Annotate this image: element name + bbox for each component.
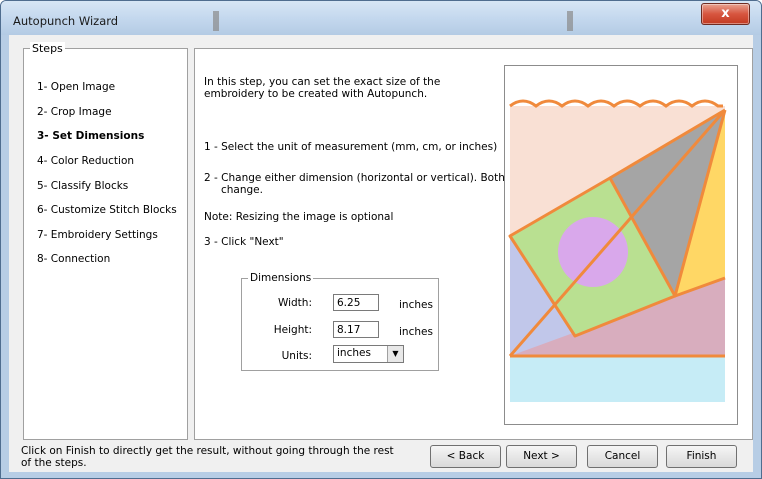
intro-text: In this step, you can set the exact size… [204, 76, 441, 100]
wizard-client-area: Steps 1- Open Image 2- Crop Image 3- Set… [9, 35, 753, 472]
step-crop-image: 2- Crop Image [37, 106, 112, 118]
image-preview [504, 65, 738, 425]
step-embroidery-settings: 7- Embroidery Settings [37, 229, 158, 241]
dimensions-group: Dimensions Width: inches Height: inches … [241, 272, 439, 371]
steps-legend: Steps [30, 42, 65, 55]
step-open-image: 1- Open Image [37, 81, 116, 93]
back-button[interactable]: < Back [430, 445, 501, 468]
step-color-reduction: 4- Color Reduction [37, 155, 135, 167]
width-unit: inches [399, 299, 433, 311]
step-set-dimensions: 3- Set Dimensions [37, 130, 145, 142]
dimensions-legend: Dimensions [248, 272, 314, 284]
step-connection: 8- Connection [37, 253, 111, 265]
height-input[interactable] [333, 321, 379, 338]
width-label: Width: [277, 297, 312, 309]
window-title: Autopunch Wizard [13, 14, 119, 28]
height-unit: inches [399, 326, 433, 338]
instruction-1: 1 - Select the unit of measurement (mm, … [204, 141, 498, 153]
close-icon: x [721, 6, 730, 21]
units-label: Units: [281, 350, 312, 362]
background-window-fragment [213, 11, 219, 31]
finish-hint: Click on Finish to directly get the resu… [21, 445, 394, 469]
wizard-window: Autopunch Wizard x Steps 1- Open Image 2… [0, 0, 762, 479]
next-button[interactable]: Next > [506, 445, 577, 468]
units-selected-value: inches [337, 347, 371, 359]
embroidery-preview-image [508, 99, 727, 402]
resize-note: Note: Resizing the image is optional [204, 211, 394, 223]
background-window-fragment [567, 11, 573, 31]
steps-panel: Steps 1- Open Image 2- Crop Image 3- Set… [23, 42, 188, 440]
finish-button[interactable]: Finish [666, 445, 737, 468]
dropdown-arrow-icon[interactable]: ▼ [387, 346, 403, 362]
title-bar[interactable]: Autopunch Wizard x [1, 1, 761, 35]
instruction-2-continued: change. [221, 184, 263, 196]
step-classify-blocks: 5- Classify Blocks [37, 180, 129, 192]
cancel-button[interactable]: Cancel [587, 445, 658, 468]
step-customize-stitch-blocks: 6- Customize Stitch Blocks [37, 204, 177, 216]
instruction-3: 3 - Click "Next" [204, 236, 284, 248]
close-button[interactable]: x [701, 3, 750, 25]
units-select[interactable]: inches ▼ [333, 345, 404, 363]
step-content-panel: In this step, you can set the exact size… [194, 48, 753, 440]
height-label: Height: [273, 324, 312, 336]
width-input[interactable] [333, 294, 379, 311]
instruction-2: 2 - Change either dimension (horizontal … [204, 172, 526, 184]
